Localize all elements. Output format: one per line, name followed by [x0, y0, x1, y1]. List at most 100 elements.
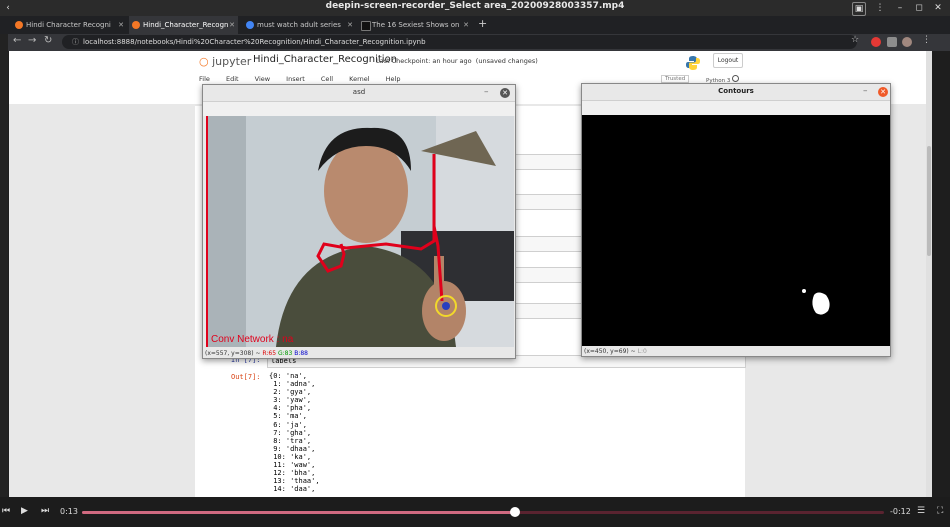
cursor-coords: (x=557, y=308) ~	[205, 350, 261, 357]
cursor-coords: (x=450, y=69) ~	[584, 348, 636, 355]
output-line: 9: 'dhaa',	[269, 444, 316, 453]
contours-toolbar	[582, 101, 890, 115]
site-favicon-icon	[361, 21, 371, 31]
profile-avatar[interactable]	[902, 37, 912, 47]
seek-bar-played	[82, 511, 516, 514]
output-line: 10: 'ka',	[269, 452, 312, 461]
elapsed-time: 0:13	[60, 507, 78, 516]
tab-16-sexiest-shows[interactable]: The 16 Sexiest Shows on ✕	[358, 16, 472, 34]
video-file-title: deepin-screen-recorder_Select area_20200…	[325, 1, 625, 11]
tab-label: The 16 Sexiest Shows on	[372, 21, 460, 29]
remaining-time: -0:12	[890, 507, 911, 516]
minimize-icon[interactable]: –	[863, 86, 868, 96]
kernel-status-icon	[732, 75, 740, 82]
minimize-icon[interactable]: –	[894, 2, 906, 14]
picture-in-picture-icon[interactable]: ▣	[852, 2, 866, 16]
cell-output: {0: 'na', 1: 'adna', 2: 'gya', 3: 'yaw',…	[269, 372, 320, 493]
asd-window[interactable]: asd – ✕ Conv Network : na (x=557, y=308)…	[202, 84, 516, 359]
menu-view[interactable]: View	[255, 75, 270, 83]
checkpoint-status: Last Checkpoint: an hour ago (unsaved ch…	[376, 57, 538, 65]
player-title-bar: ‹ deepin-screen-recorder_Select area_202…	[0, 0, 950, 16]
output-line: 5: 'ma',	[269, 412, 307, 421]
contours-window-title: Contours	[718, 87, 754, 95]
output-line: 4: 'pha',	[269, 404, 312, 413]
jupyter-logo[interactable]: ○ jupyter	[199, 55, 251, 68]
output-line: 14: 'daa',	[269, 485, 316, 494]
output-line: 6: 'ja',	[269, 420, 307, 429]
reload-icon[interactable]: ↻	[44, 35, 52, 46]
minimize-icon[interactable]: –	[484, 87, 489, 97]
python-logo-icon	[686, 56, 700, 70]
prediction-overlay-text: Conv Network : na	[211, 334, 294, 345]
menu-edit[interactable]: Edit	[226, 75, 239, 83]
close-icon[interactable]: ✕	[932, 2, 944, 14]
output-line: {0: 'na',	[269, 372, 307, 380]
left-edge-panel	[0, 34, 8, 497]
tab-must-watch-adult-series[interactable]: must watch adult series ✕	[243, 16, 356, 34]
close-icon[interactable]: ✕	[878, 87, 888, 97]
output-line: 7: 'gha',	[269, 428, 312, 437]
pixel-green-value: G:83	[277, 350, 293, 357]
contours-window-titlebar[interactable]: Contours – ✕	[582, 84, 890, 101]
next-icon[interactable]: ⏭	[41, 506, 49, 516]
contour-blob-image	[802, 289, 830, 315]
previous-icon[interactable]: ⏮	[2, 506, 10, 516]
tab-label: Hindi Character Recogni	[26, 21, 111, 29]
tab-close-icon[interactable]: ✕	[118, 16, 124, 34]
tab-hindi-character-recognition[interactable]: Hindi Character Recogni ✕	[12, 16, 127, 34]
contours-status-bar: (x=450, y=69) ~ L:0	[582, 347, 890, 356]
bookmark-star-icon[interactable]: ☆	[851, 35, 859, 45]
scrollbar-thumb[interactable]	[927, 146, 931, 256]
checkpoint-text: Last Checkpoint: an hour ago	[376, 57, 472, 65]
menu-insert[interactable]: Insert	[286, 75, 305, 83]
tab-hindi-character-recognition-active[interactable]: Hindi_Character_Recogn ✕	[129, 16, 238, 34]
asd-toolbar	[203, 102, 515, 116]
output-line: 1: 'adna',	[269, 380, 316, 389]
seek-bar-handle[interactable]	[510, 507, 521, 517]
pixel-blue-value: B:88	[294, 350, 308, 357]
play-icon[interactable]: ▶	[21, 506, 28, 516]
info-icon: ⓘ	[72, 38, 79, 46]
extension-shield-icon[interactable]	[871, 37, 881, 47]
output-line: 11: 'waw',	[269, 461, 316, 470]
google-favicon-icon	[246, 21, 254, 29]
forward-arrow-icon[interactable]: →	[28, 35, 36, 46]
new-tab-icon[interactable]: +	[478, 17, 487, 30]
maximize-icon[interactable]: ◻	[913, 2, 925, 14]
tab-close-icon[interactable]: ✕	[229, 16, 235, 34]
playlist-icon[interactable]: ☰	[917, 506, 925, 516]
tab-close-icon[interactable]: ✕	[347, 16, 353, 34]
asd-status-bar: (x=557, y=308) ~ R:65 G:83 B:88	[203, 349, 515, 358]
menu-kernel[interactable]: Kernel	[349, 75, 369, 83]
output-line: 13: 'thaa',	[269, 477, 320, 486]
browser-tab-strip: Hindi Character Recogni ✕ Hindi_Characte…	[0, 16, 950, 34]
webcam-feed: Conv Network : na	[206, 116, 514, 347]
asd-window-titlebar[interactable]: asd – ✕	[203, 85, 515, 102]
back-arrow-icon[interactable]: ←	[13, 35, 21, 46]
asd-window-title: asd	[352, 88, 366, 96]
menu-cell[interactable]: Cell	[321, 75, 333, 83]
page-scrollbar[interactable]	[926, 51, 932, 497]
tab-label: Hindi_Character_Recogn	[143, 21, 229, 29]
menu-icon[interactable]: ⋮	[874, 2, 886, 14]
jupyter-logo-icon: ○	[199, 55, 209, 68]
menu-help[interactable]: Help	[386, 75, 401, 83]
menu-file[interactable]: File	[199, 75, 210, 83]
jupyter-logo-text: jupyter	[212, 55, 252, 68]
tab-label: must watch adult series	[257, 21, 341, 29]
close-icon[interactable]: ✕	[500, 88, 510, 98]
extensions-puzzle-icon[interactable]	[887, 37, 897, 47]
contours-canvas	[582, 115, 890, 346]
seek-bar[interactable]	[82, 507, 884, 517]
logout-button[interactable]: Logout	[713, 53, 743, 68]
address-bar[interactable]: ⓘ localhost:8888/notebooks/Hindi%20Charac…	[62, 35, 857, 49]
trusted-indicator[interactable]: Trusted	[661, 75, 690, 83]
jupyter-favicon-icon	[15, 21, 23, 29]
contours-window[interactable]: Contours – ✕ (x=450, y=69) ~ L:0	[581, 83, 891, 357]
player-controls: ⏮ ▶ ⏭ 0:13 -0:12 ☰ ⛶	[0, 497, 950, 527]
browser-menu-icon[interactable]: ⋮	[922, 35, 931, 45]
webcam-frame-image: Conv Network : na	[206, 116, 514, 347]
fullscreen-icon[interactable]: ⛶	[937, 506, 943, 516]
pixel-red-value: R:65	[262, 350, 277, 357]
tab-close-icon[interactable]: ✕	[463, 16, 469, 34]
